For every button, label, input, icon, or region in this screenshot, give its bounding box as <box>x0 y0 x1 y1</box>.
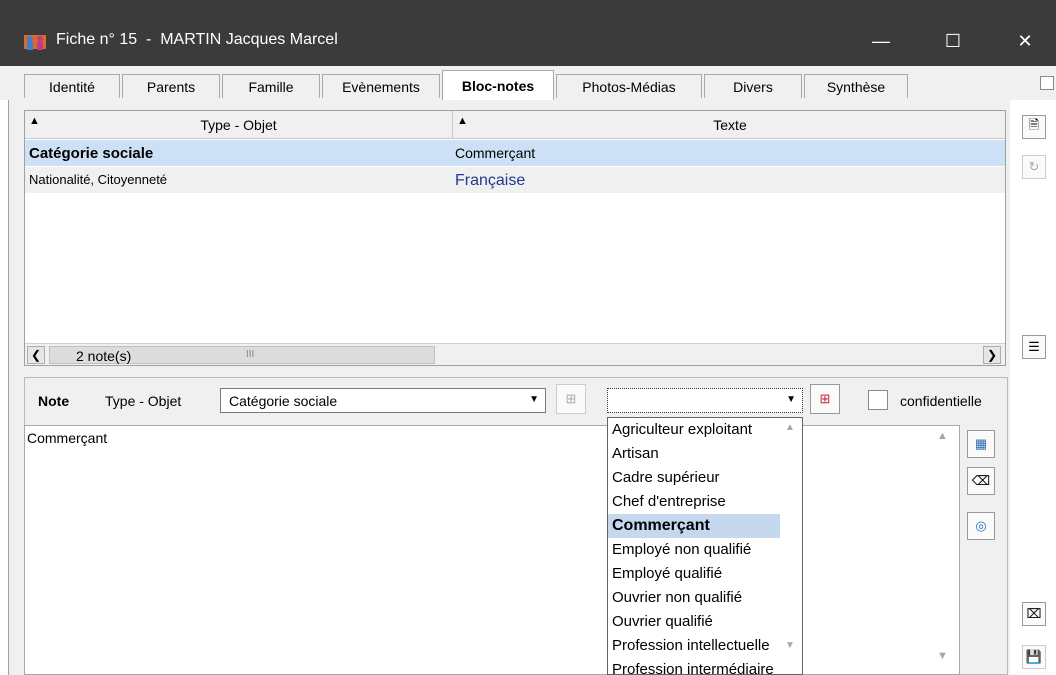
vertical-scrollbar[interactable]: ▲ ▼ <box>935 430 957 670</box>
app-window: Fiche n° 15 - MARTIN Jacques Marcel — ☐ … <box>0 0 1056 675</box>
tab-famille[interactable]: Famille <box>222 74 320 98</box>
tab-parents[interactable]: Parents <box>122 74 220 98</box>
tab-divers[interactable]: Divers <box>704 74 802 98</box>
notes-count: 2 note(s) <box>76 348 132 364</box>
notes-grid[interactable]: ▲ Type - Objet ▲ Texte Catégorie sociale… <box>24 110 1006 366</box>
dropdown-option[interactable]: Profession intellectuelle <box>608 634 802 658</box>
type-objet-value: Catégorie sociale <box>229 393 338 409</box>
scroll-grip: III <box>246 349 255 360</box>
row-type: Nationalité, Citoyenneté <box>29 172 168 187</box>
row-texte: Commerçant <box>455 145 536 161</box>
table-icon[interactable]: ▦ <box>967 430 995 458</box>
tab-identite[interactable]: Identité <box>24 74 120 98</box>
close-button[interactable]: ✕ <box>990 18 1056 64</box>
chevron-down-icon[interactable]: ▼ <box>785 640 795 651</box>
dropdown-option[interactable]: Profession intermédiaire <box>608 658 802 674</box>
note-body: Commerçant <box>27 430 108 446</box>
chevron-down-icon[interactable]: ▼ <box>529 394 539 405</box>
type-objet-label: Type - Objet <box>105 393 182 409</box>
dropdown-option[interactable]: Ouvrier qualifié <box>608 610 802 634</box>
delete-note-icon[interactable]: ⌧ <box>1022 602 1046 626</box>
chevron-up-icon[interactable]: ▲ <box>785 422 795 433</box>
type-objet-select[interactable]: Catégorie sociale ▼ <box>220 388 546 413</box>
scroll-thumb[interactable]: 2 note(s) III <box>49 346 435 364</box>
minimize-button[interactable]: — <box>846 18 916 64</box>
scroll-left-icon[interactable]: ❮ <box>27 346 45 364</box>
tab-bar: Identité Parents Famille Evènements Bloc… <box>0 66 1056 100</box>
dropdown-option[interactable]: Ouvrier non qualifié <box>608 586 802 610</box>
chevron-down-icon[interactable]: ▼ <box>786 394 796 405</box>
family-app-icon <box>24 35 46 50</box>
target-icon[interactable]: ◎ <box>967 512 995 540</box>
window-title: Fiche n° 15 - MARTIN Jacques Marcel <box>56 31 338 48</box>
refresh-icon[interactable]: ↻ <box>1022 155 1046 179</box>
scroll-down-icon[interactable]: ▼ <box>937 650 948 662</box>
title-bar[interactable]: Fiche n° 15 - MARTIN Jacques Marcel — ☐ … <box>0 0 1056 66</box>
dropdown-option-selected[interactable]: Commerçant <box>608 514 802 538</box>
texte-dropdown-list[interactable]: Agriculteur exploitant Artisan Cadre sup… <box>607 417 803 675</box>
dropdown-option[interactable]: Employé non qualifié <box>608 538 802 562</box>
table-row[interactable]: Catégorie sociale Commerçant <box>25 140 1005 166</box>
new-note-icon[interactable]: 🗎 <box>1022 115 1046 139</box>
row-texte: Française <box>455 172 526 189</box>
dropdown-option[interactable]: Chef d'entreprise <box>608 490 802 514</box>
table-row[interactable]: Nationalité, Citoyenneté Française <box>25 167 1005 193</box>
horizontal-scrollbar[interactable]: ❮ 2 note(s) III ❯ <box>25 343 1005 365</box>
dropdown-option[interactable]: Employé qualifié <box>608 562 802 586</box>
dropdown-scrollbar[interactable]: ▲ ▼ <box>780 418 802 674</box>
scroll-right-icon[interactable]: ❯ <box>983 346 1001 364</box>
note-text-area[interactable]: Commerçant <box>24 425 960 675</box>
row-type: Catégorie sociale <box>29 145 154 162</box>
scroll-up-icon[interactable]: ▲ <box>937 430 948 442</box>
column-header-texte[interactable]: Texte <box>455 111 1005 139</box>
texte-select[interactable]: ▼ <box>607 388 803 413</box>
maximize-button[interactable]: ☐ <box>918 18 988 64</box>
tab-evenements[interactable]: Evènements <box>322 74 440 98</box>
tab-synthese[interactable]: Synthèse <box>804 74 908 98</box>
add-type-icon[interactable]: ⊞ <box>556 384 586 414</box>
list-view-icon[interactable]: ☰ <box>1022 335 1046 359</box>
confidential-label: confidentielle <box>900 393 982 409</box>
eraser-icon[interactable]: ⌫ <box>967 467 995 495</box>
save-icon[interactable]: 💾 <box>1022 645 1046 669</box>
corner-checkbox[interactable] <box>1040 76 1054 90</box>
confidential-checkbox[interactable] <box>868 390 888 410</box>
dropdown-option[interactable]: Cadre supérieur <box>608 466 802 490</box>
add-value-icon[interactable]: ⊞ <box>810 384 840 414</box>
grid-header: ▲ Type - Objet ▲ Texte <box>25 111 1005 139</box>
dropdown-option[interactable]: Artisan <box>608 442 802 466</box>
dropdown-option[interactable]: Agriculteur exploitant <box>608 418 802 442</box>
tab-photos-medias[interactable]: Photos-Médias <box>556 74 702 98</box>
note-label: Note <box>38 393 70 409</box>
tab-bloc-notes[interactable]: Bloc-notes <box>442 70 554 100</box>
column-header-type-objet[interactable]: Type - Objet <box>25 111 453 139</box>
